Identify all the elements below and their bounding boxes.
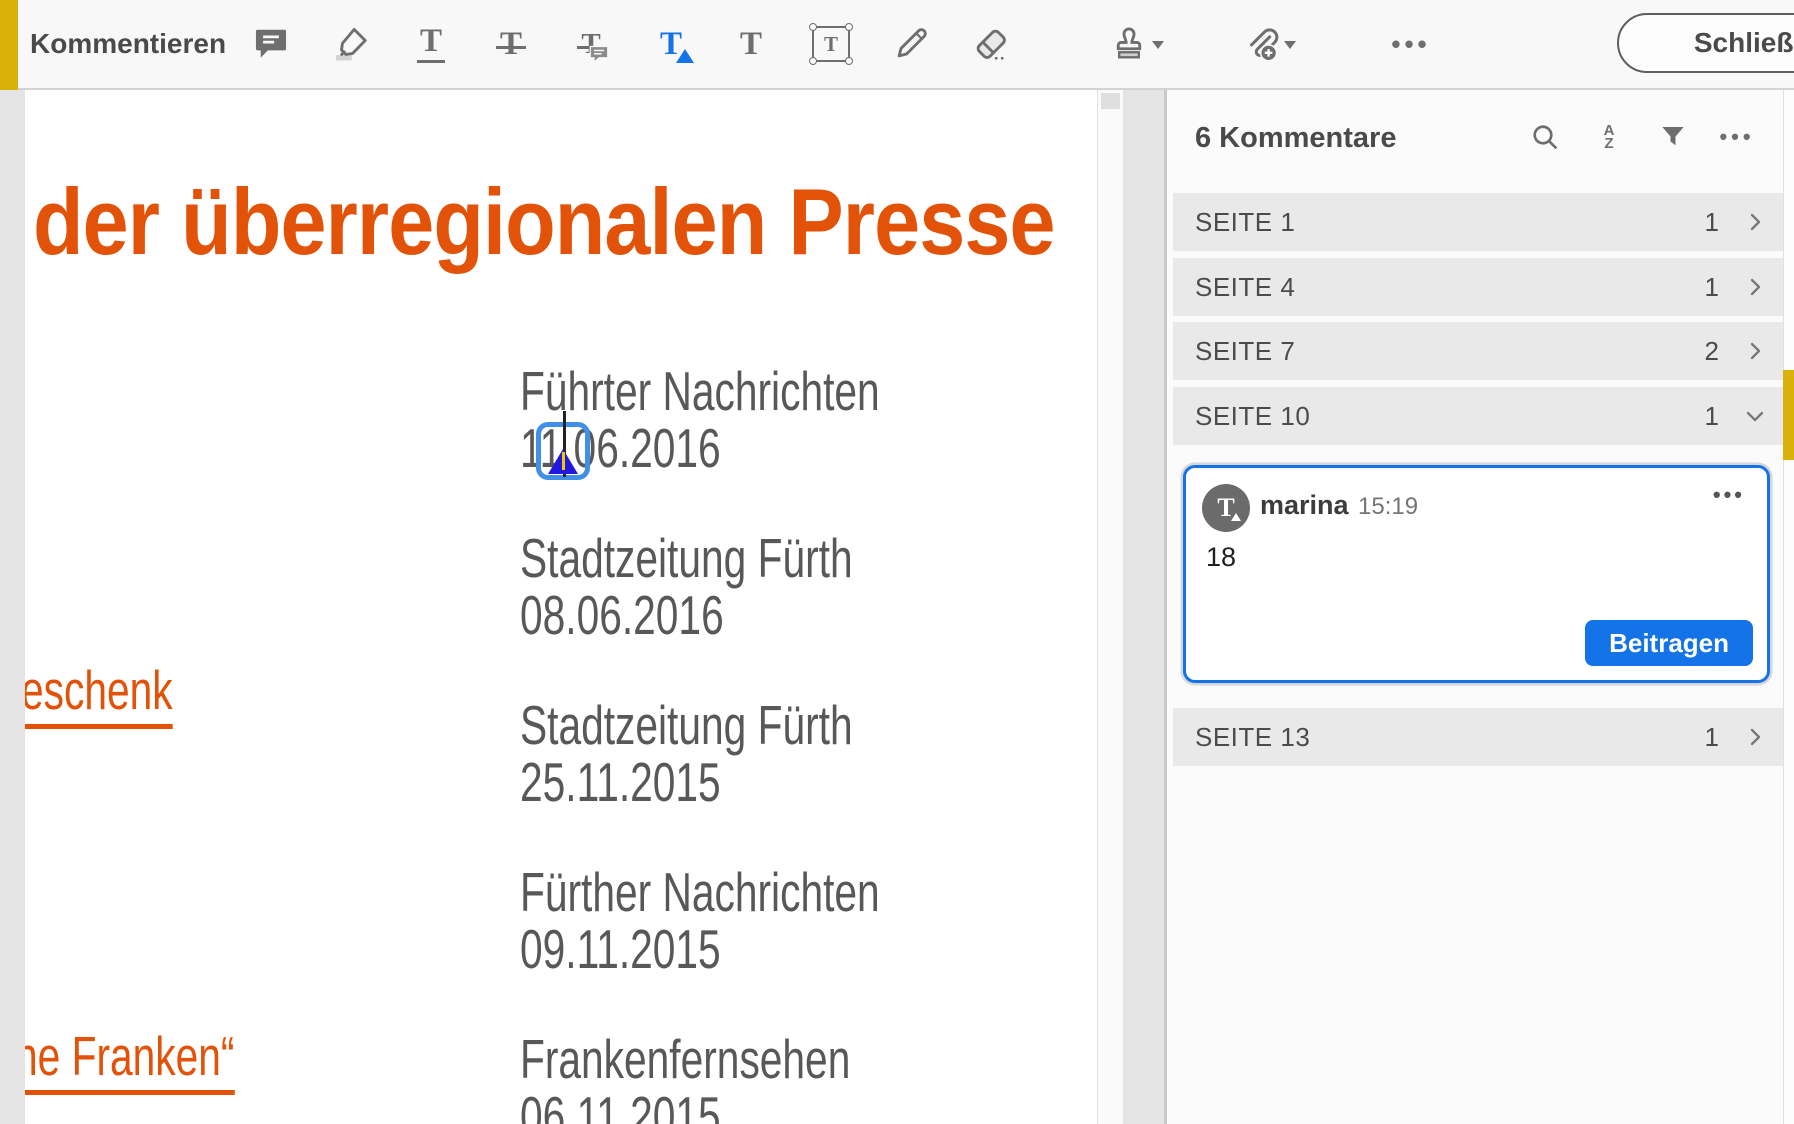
press-source: Stadtzeitung Fürth [520, 530, 853, 587]
chevron-down-icon[interactable] [1743, 404, 1767, 428]
highlight-icon[interactable] [332, 21, 370, 67]
attach-dropdown-caret[interactable] [1284, 41, 1296, 55]
comment-count-badge: 1 [1705, 258, 1719, 316]
press-entry: Stadtzeitung Fürth 25.11.2015 [520, 697, 853, 811]
add-text-glyph: T [740, 28, 762, 61]
eraser-icon[interactable] [972, 21, 1010, 67]
insert-caret-glyph [676, 49, 694, 63]
press-source: Führter Nachrichten [520, 363, 880, 420]
more-tools-icon[interactable]: ••• [1392, 21, 1430, 67]
page-heading: der überregionalen Presse [33, 168, 1055, 276]
comment-card[interactable]: T marina 15:19 ••• 18 Beitragen [1183, 465, 1770, 683]
comment-author: marina [1260, 490, 1349, 521]
panel-more-icon[interactable]: ••• [1720, 120, 1754, 154]
document-link-2[interactable]: ne Franken“ [25, 1028, 234, 1085]
search-icon[interactable] [1528, 120, 1562, 154]
strikethrough-text-icon[interactable]: T [492, 21, 530, 67]
press-entry: Stadtzeitung Fürth 08.06.2016 [520, 530, 853, 644]
stamp-dropdown-caret[interactable] [1152, 41, 1164, 55]
document-scrollbar-track[interactable] [1097, 90, 1124, 1124]
press-date: 06.11.2015 [520, 1088, 850, 1124]
replace-text-icon[interactable]: T [572, 21, 610, 67]
comment-toolbar: Kommentieren T T [0, 0, 1794, 90]
press-date: 08.06.2016 [520, 587, 853, 644]
caret-highlight-sliver [562, 452, 565, 470]
annotation-tools: T T T T [252, 0, 1430, 88]
panel-scrollbar-track[interactable] [1783, 90, 1794, 1124]
press-entry: Fürther Nachrichten 09.11.2015 [520, 864, 880, 978]
document-viewport: der überregionalen Presse eschenk ne Fra… [0, 90, 1164, 1124]
avatar-caret-icon [1231, 513, 1241, 521]
panel-scrollbar-thumb-yellow[interactable] [1783, 370, 1794, 460]
document-scrollbar-thumb[interactable] [1101, 93, 1120, 109]
toolbar-title: Kommentieren [30, 0, 226, 88]
chevron-right-icon[interactable] [1743, 210, 1767, 234]
comment-count-badge: 1 [1705, 708, 1719, 766]
underline-text-glyph: T [417, 25, 445, 63]
close-button[interactable]: Schließen [1617, 13, 1794, 73]
comments-count-title: 6 Kommentare [1195, 122, 1396, 155]
stamp-icon[interactable] [1110, 21, 1148, 67]
chevron-right-icon[interactable] [1743, 275, 1767, 299]
page-group-seite-10[interactable]: SEITE 10 1 [1173, 387, 1783, 445]
press-source: Stadtzeitung Fürth [520, 697, 853, 754]
page-group-seite-4[interactable]: SEITE 4 1 [1173, 258, 1783, 316]
chevron-right-icon[interactable] [1743, 725, 1767, 749]
comment-options-icon[interactable]: ••• [1713, 482, 1745, 508]
comment-count-badge: 1 [1705, 387, 1719, 445]
press-date: 09.11.2015 [520, 921, 880, 978]
comment-count-badge: 1 [1705, 193, 1719, 251]
sort-icon[interactable]: A Z [1592, 120, 1626, 154]
strikethrough-text-glyph: T [500, 26, 522, 62]
insert-text-annotation[interactable] [536, 422, 590, 480]
comment-text: 18 [1206, 542, 1236, 573]
comment-count-badge: 2 [1705, 322, 1719, 380]
sticky-note-icon[interactable] [252, 21, 290, 67]
document-link-1[interactable]: eschenk [25, 662, 173, 719]
page-group-seite-13[interactable]: SEITE 13 1 [1173, 708, 1783, 766]
insert-text-icon[interactable]: T [652, 21, 690, 67]
strike-line [496, 46, 526, 49]
press-source: Fürther Nachrichten [520, 864, 880, 921]
press-source: Frankenfernsehen [520, 1031, 850, 1088]
panel-header-icons: A Z ••• [1528, 120, 1754, 154]
draw-pencil-icon[interactable] [892, 21, 930, 67]
attach-file-icon[interactable] [1242, 21, 1280, 67]
filter-icon[interactable] [1656, 120, 1690, 154]
add-text-icon[interactable]: T [732, 21, 770, 67]
underline-text-icon[interactable]: T [412, 21, 450, 67]
text-box-icon[interactable]: T [812, 21, 850, 67]
yellow-accent-bar-left [0, 0, 18, 90]
avatar: T [1202, 484, 1250, 532]
chevron-right-icon[interactable] [1743, 339, 1767, 363]
comment-timestamp: 15:19 [1358, 493, 1418, 521]
post-reply-button[interactable]: Beitragen [1585, 620, 1753, 666]
comments-panel: 6 Kommentare A Z ••• SEITE 1 1 [1164, 90, 1794, 1124]
text-box-glyph: T [824, 34, 838, 55]
pdf-page: der überregionalen Presse eschenk ne Fra… [25, 90, 1097, 1124]
press-date: 25.11.2015 [520, 754, 853, 811]
page-group-seite-7[interactable]: SEITE 7 2 [1173, 322, 1783, 380]
page-group-seite-1[interactable]: SEITE 1 1 [1173, 193, 1783, 251]
replace-bubble [589, 45, 609, 63]
press-entry: Frankenfernsehen 06.11.2015 [520, 1031, 850, 1124]
